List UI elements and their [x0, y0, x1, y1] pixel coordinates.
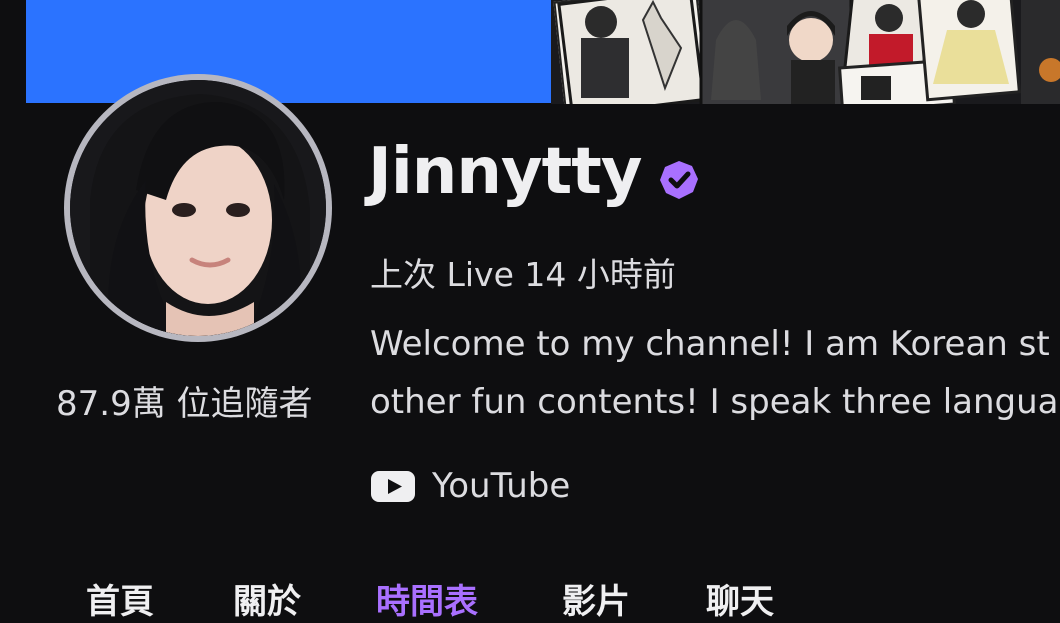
banner-artwork: [551, 0, 1060, 104]
channel-description-line-1: Welcome to my channel! I am Korean st: [370, 324, 1050, 364]
tab-videos[interactable]: 影片: [562, 574, 630, 623]
youtube-icon[interactable]: [371, 471, 415, 502]
channel-name: Jinnytty: [368, 135, 642, 209]
follower-count: 87.9萬 位追隨者: [56, 384, 313, 424]
youtube-link[interactable]: YouTube: [432, 466, 570, 506]
tab-about[interactable]: 關於: [233, 574, 301, 623]
last-live-status: 上次 Live 14 小時前: [370, 255, 676, 294]
banner-blue-block: [26, 0, 551, 103]
channel-description-line-2: other fun contents! I speak three langua: [370, 382, 1059, 422]
tab-chat[interactable]: 聊天: [706, 574, 774, 623]
tab-schedule[interactable]: 時間表: [376, 574, 478, 623]
channel-avatar[interactable]: [64, 74, 332, 342]
banner-art-illustration: [557, 0, 1060, 104]
tab-home[interactable]: 首頁: [86, 574, 154, 623]
avatar-image: [70, 80, 326, 336]
verified-badge-icon: [660, 161, 698, 199]
